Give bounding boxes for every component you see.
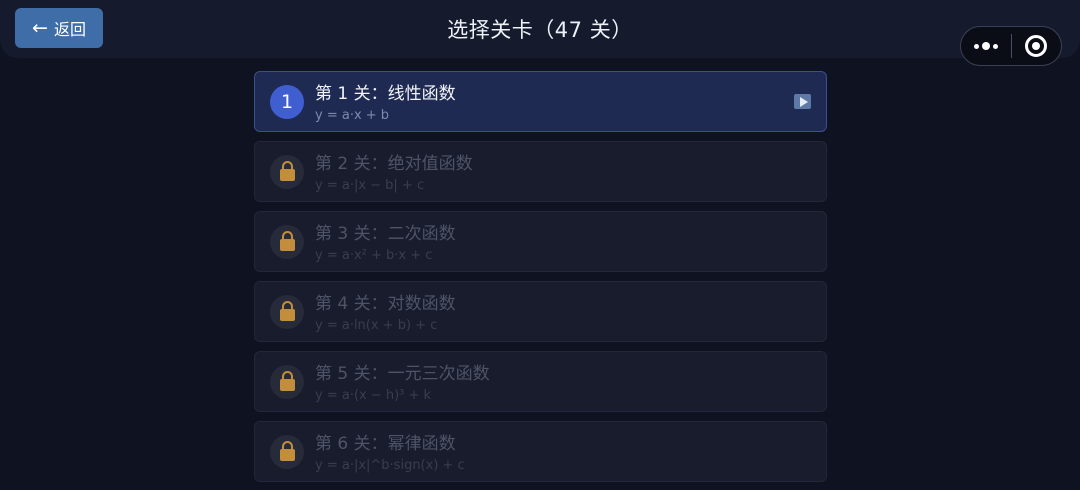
level-title: 第 3 关：二次函数: [315, 224, 456, 244]
level-formula: y = a·x + b: [315, 108, 390, 123]
page-title: 选择关卡（47 关）: [447, 18, 633, 42]
level-item-5[interactable]: 第 5 关：一元三次函数 y = a·(x − h)³ + k: [254, 351, 827, 412]
level-formula: y = a·|x − b| + c: [315, 178, 425, 193]
level-title: 第 2 关：绝对值函数: [315, 154, 473, 174]
level-item-4[interactable]: 第 4 关：对数函数 y = a·ln(x + b) + c: [254, 281, 827, 342]
lock-icon: [270, 225, 304, 259]
level-item-1[interactable]: 1 第 1 关：线性函数 y = a·x + b: [254, 71, 827, 132]
level-formula: y = a·|x|^b·sign(x) + c: [315, 458, 465, 473]
lock-icon: [270, 295, 304, 329]
top-bar: ← 返回 选择关卡（47 关）: [0, 0, 1080, 58]
level-title: 第 6 关：幂律函数: [315, 434, 456, 454]
lock-icon: [270, 435, 304, 469]
level-title: 第 1 关：线性函数: [315, 84, 456, 104]
level-title: 第 5 关：一元三次函数: [315, 364, 490, 384]
more-dots-icon[interactable]: [961, 42, 1011, 50]
level-number-badge: 1: [270, 85, 304, 119]
level-title: 第 4 关：对数函数: [315, 294, 456, 314]
level-item-3[interactable]: 第 3 关：二次函数 y = a·x² + b·x + c: [254, 211, 827, 272]
level-select-page: ← 返回 选择关卡（47 关） 1 第 1 关：线性函数 y = a·x + b…: [0, 0, 1080, 490]
level-item-2[interactable]: 第 2 关：绝对值函数 y = a·|x − b| + c: [254, 141, 827, 202]
level-list: 1 第 1 关：线性函数 y = a·x + b 第 2 关：绝对值函数 y =…: [254, 71, 827, 490]
level-formula: y = a·ln(x + b) + c: [315, 318, 438, 333]
target-icon[interactable]: [1011, 35, 1061, 57]
level-item-6[interactable]: 第 6 关：幂律函数 y = a·|x|^b·sign(x) + c: [254, 421, 827, 482]
mini-program-capsule: [960, 26, 1062, 66]
level-formula: y = a·(x − h)³ + k: [315, 388, 432, 403]
level-formula: y = a·x² + b·x + c: [315, 248, 433, 263]
play-icon[interactable]: [794, 94, 811, 109]
lock-icon: [270, 155, 304, 189]
lock-icon: [270, 365, 304, 399]
